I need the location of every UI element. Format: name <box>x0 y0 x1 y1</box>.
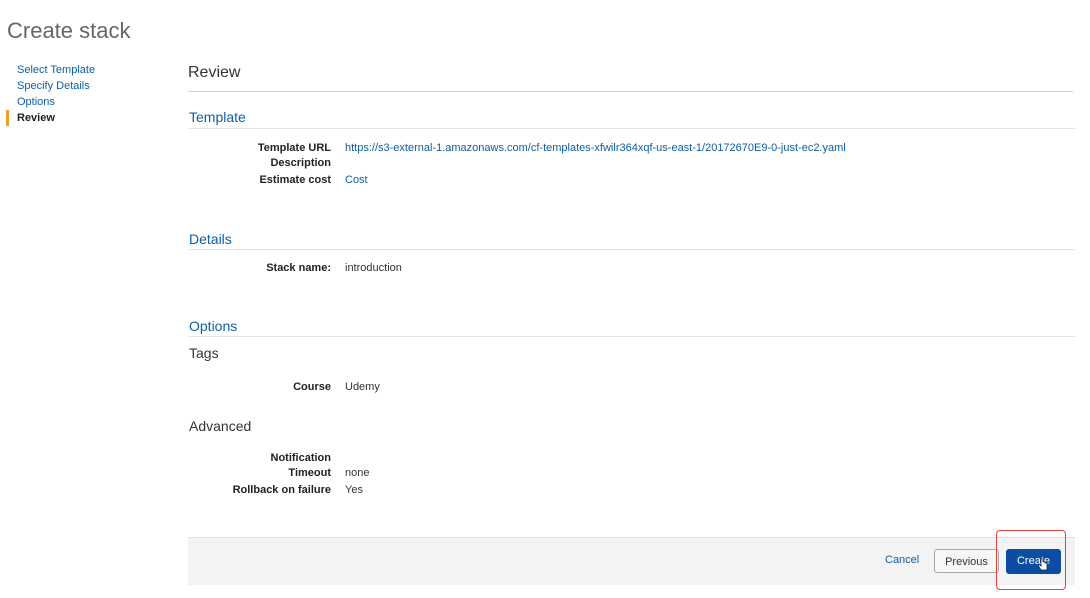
template-section-divider <box>189 128 1075 129</box>
hand-cursor-icon <box>1038 558 1048 571</box>
timeout-label: Timeout <box>288 467 331 479</box>
timeout-row: Timeout none <box>175 467 1075 481</box>
wizard-step-review: Review <box>6 110 166 126</box>
stack-name-value: introduction <box>345 262 402 274</box>
options-section-title: Options <box>189 318 238 334</box>
tags-subtitle: Tags <box>189 345 219 361</box>
page-title: Create stack <box>7 18 131 43</box>
previous-button[interactable]: Previous <box>934 549 999 573</box>
notification-label: Notification <box>270 452 332 464</box>
tag-value: Udemy <box>345 381 380 393</box>
rollback-value: Yes <box>345 484 363 496</box>
estimate-cost-label: Estimate cost <box>259 174 331 186</box>
rollback-label: Rollback on failure <box>232 484 331 496</box>
template-url-link[interactable]: https://s3-external-1.amazonaws.com/cf-t… <box>345 142 846 154</box>
details-section-divider <box>189 249 1075 250</box>
stack-name-label: Stack name: <box>266 262 331 274</box>
template-url-row: Template URL https://s3-external-1.amazo… <box>175 142 1075 156</box>
wizard-step-select-template[interactable]: Select Template <box>6 62 166 78</box>
template-url-label: Template URL <box>257 142 331 154</box>
create-button-highlight <box>996 530 1066 590</box>
timeout-value: none <box>345 467 370 479</box>
rollback-row: Rollback on failure Yes <box>175 484 1075 498</box>
description-label: Description <box>270 157 331 169</box>
wizard-footer-bar: Cancel Previous Create <box>188 537 1075 585</box>
options-section-divider <box>189 336 1075 337</box>
review-panel: Review Template Template URL https://s3-… <box>175 55 1075 496</box>
wizard-step-options[interactable]: Options <box>6 94 166 110</box>
tag-key: Course <box>293 381 331 393</box>
estimate-cost-link[interactable]: Cost <box>345 174 368 186</box>
tag-row: Course Udemy <box>175 381 1075 395</box>
template-section-title: Template <box>189 109 246 125</box>
review-heading: Review <box>188 55 1073 92</box>
wizard-steps-nav: Select Template Specify Details Options … <box>6 62 166 126</box>
notification-row: Notification <box>175 452 1075 466</box>
wizard-step-specify-details[interactable]: Specify Details <box>6 78 166 94</box>
stack-name-row: Stack name: introduction <box>175 262 1075 276</box>
cancel-link[interactable]: Cancel <box>885 554 919 566</box>
estimate-cost-row: Estimate cost Cost <box>175 174 1075 188</box>
description-row: Description <box>175 157 1075 171</box>
details-section-title: Details <box>189 231 232 247</box>
advanced-subtitle: Advanced <box>189 418 252 434</box>
